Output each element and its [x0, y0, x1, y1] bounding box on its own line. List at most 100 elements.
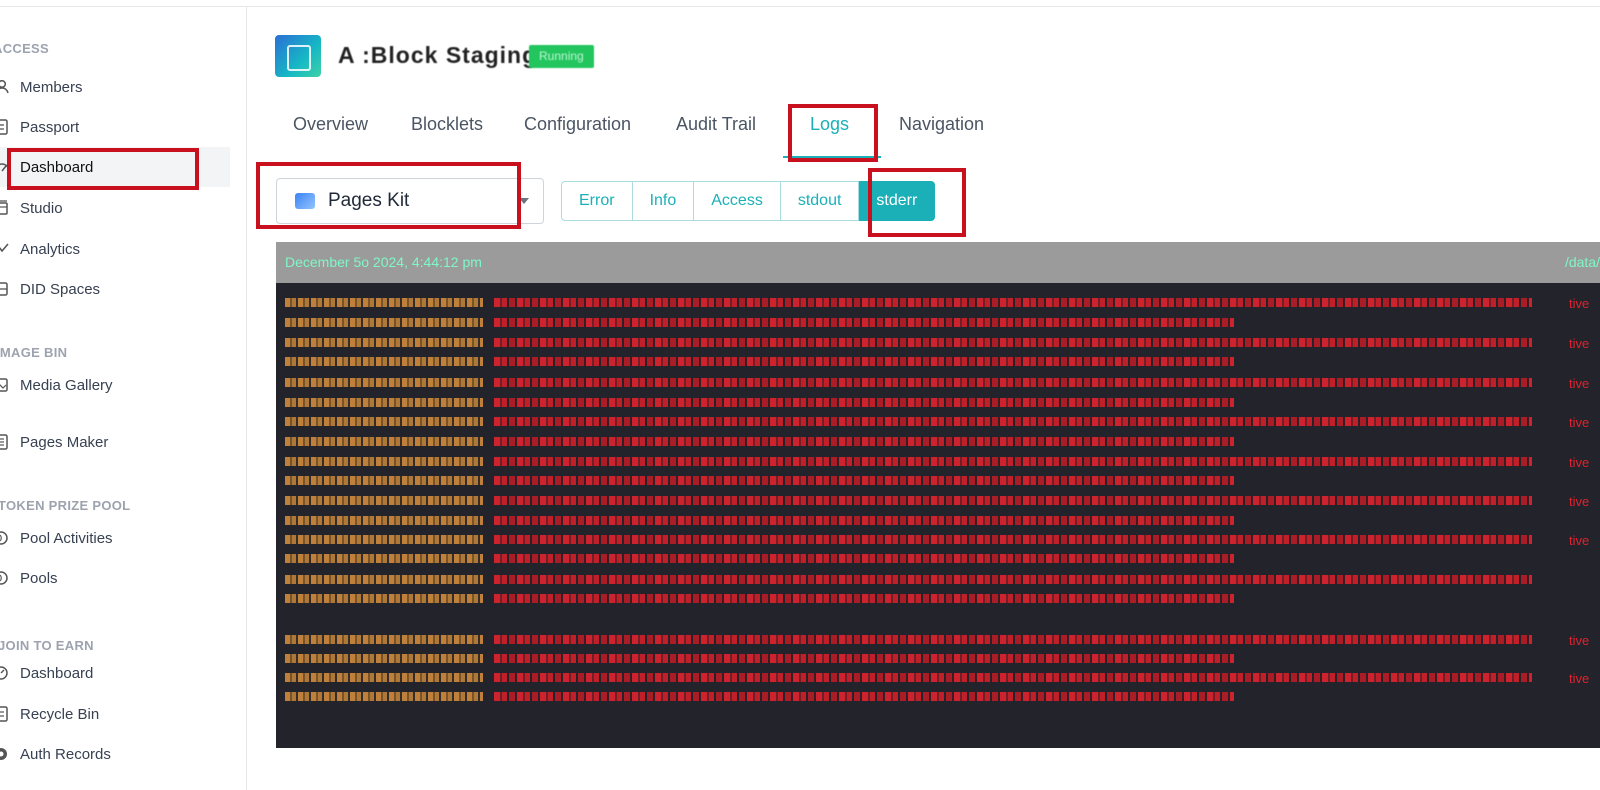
- sidebar-item-label: Pool Activities: [20, 529, 113, 547]
- blocklet-icon: [295, 193, 315, 209]
- log-timestamp: [285, 575, 483, 584]
- sidebar-item-earn-dashboard[interactable]: Dashboard: [0, 653, 230, 693]
- chevron-down-icon[interactable]: [519, 198, 529, 204]
- log-path: /data/: [1564, 254, 1600, 270]
- log-line-tail: tive: [1569, 455, 1590, 470]
- log-output[interactable]: tive tive tive tive tive tive tive tive tive: [276, 283, 1600, 748]
- sidebar-item-label: DID Spaces: [20, 280, 101, 298]
- sidebar-item-label: Auth Records: [20, 745, 111, 763]
- tab-navigation[interactable]: Navigation: [899, 114, 984, 135]
- log-type-stderr-button[interactable]: stderr: [859, 181, 936, 221]
- sidebar-item-analytics[interactable]: Analytics: [0, 229, 230, 269]
- tab-overview[interactable]: Overview: [293, 114, 368, 135]
- log-timestamp: [285, 635, 483, 644]
- log-timestamp: [285, 516, 483, 525]
- sidebar-section-join-to-earn: JOIN TO EARN: [0, 638, 94, 653]
- log-header: December 5o 2024, 4:44:12 pm /data/: [276, 242, 1600, 283]
- blocklet-select-value: Pages Kit: [328, 190, 410, 211]
- sidebar-item-auth-records[interactable]: Auth Records: [0, 734, 230, 774]
- log-line-tail: tive: [1569, 633, 1590, 648]
- log-message: [494, 378, 1532, 387]
- user-icon: [0, 79, 12, 95]
- recycle-icon: [0, 706, 12, 722]
- sidebar-item-label: Analytics: [20, 240, 81, 258]
- record-icon: [0, 746, 12, 762]
- log-line-tail: tive: [1569, 376, 1590, 391]
- sidebar-item-pool-activities[interactable]: Pool Activities: [0, 518, 230, 558]
- sidebar-item-did-spaces[interactable]: DID Spaces: [0, 269, 230, 309]
- analytics-icon: [0, 241, 12, 257]
- sidebar-item-studio[interactable]: Studio: [0, 188, 230, 228]
- sidebar-item-dashboard[interactable]: Dashboard: [0, 147, 230, 187]
- passport-icon: [0, 119, 12, 135]
- log-line-tail: tive: [1569, 296, 1590, 311]
- sidebar-item-label: Passport: [20, 118, 80, 136]
- log-message: [494, 535, 1532, 544]
- log-message: [494, 318, 1234, 327]
- log-message: [494, 457, 1532, 466]
- app-logo: [275, 35, 321, 77]
- tab-logs[interactable]: Logs: [810, 114, 849, 135]
- tab-configuration[interactable]: Configuration: [524, 114, 631, 135]
- log-message: [494, 575, 1532, 584]
- log-message: [494, 357, 1234, 366]
- log-message: [494, 417, 1532, 426]
- log-message: [494, 594, 1234, 603]
- log-timestamp: [285, 357, 483, 366]
- log-timestamp: [285, 437, 483, 446]
- page-icon: [0, 434, 12, 450]
- log-timestamp: [285, 338, 483, 347]
- log-message: [494, 437, 1234, 446]
- log-timestamp: [285, 554, 483, 563]
- studio-icon: [0, 200, 12, 216]
- sidebar-item-passport[interactable]: Passport: [0, 107, 230, 147]
- log-message: [494, 516, 1234, 525]
- log-timestamp: [285, 318, 483, 327]
- gauge-icon: [0, 159, 12, 175]
- log-message: [494, 338, 1532, 347]
- sidebar-section-access: ACCESS: [0, 41, 49, 56]
- sidebar-item-label: Media Gallery: [20, 376, 113, 394]
- sidebar-item-recycle-bin[interactable]: Recycle Bin: [0, 694, 230, 734]
- tab-blocklets[interactable]: Blocklets: [411, 114, 483, 135]
- image-icon: [0, 377, 12, 393]
- log-date: December 5o 2024, 4:44:12 pm: [285, 254, 482, 270]
- log-line-tail: tive: [1569, 415, 1590, 430]
- log-timestamp: [285, 378, 483, 387]
- log-timestamp: [285, 398, 483, 407]
- log-timestamp: [285, 476, 483, 485]
- log-timestamp: [285, 673, 483, 682]
- log-line-tail: tive: [1569, 336, 1590, 351]
- sidebar-item-pools[interactable]: Pools: [0, 558, 230, 598]
- log-message: [494, 398, 1234, 407]
- log-type-info-button[interactable]: Info: [632, 181, 695, 221]
- sidebar-section-token-prize-pool: TOKEN PRIZE POOL: [0, 498, 131, 513]
- log-message: [494, 496, 1532, 505]
- sidebar-item-label: Pages Maker: [20, 433, 109, 451]
- sidebar-item-media-gallery[interactable]: Media Gallery: [0, 365, 230, 405]
- tab-audit-trail[interactable]: Audit Trail: [676, 114, 756, 135]
- log-message: [494, 654, 1234, 663]
- sidebar-section-image-bin: IMAGE BIN: [0, 345, 68, 360]
- app-title: A :Block Staging: [338, 42, 538, 68]
- log-line-tail: tive: [1569, 494, 1590, 509]
- log-timestamp: [285, 654, 483, 663]
- log-timestamp: [285, 535, 483, 544]
- log-message: [494, 692, 1234, 701]
- log-type-stdout-button[interactable]: stdout: [780, 181, 860, 221]
- log-type-error-button[interactable]: Error: [561, 181, 633, 221]
- sidebar-item-members[interactable]: Members: [0, 67, 230, 107]
- log-message: [494, 635, 1532, 644]
- log-timestamp: [285, 594, 483, 603]
- sidebar-item-label: Recycle Bin: [20, 705, 100, 723]
- blocklet-select[interactable]: Pages Kit: [276, 178, 544, 224]
- sidebar-item-pages-maker[interactable]: Pages Maker: [0, 422, 230, 462]
- sidebar-item-label: Pools: [20, 569, 58, 587]
- log-timestamp: [285, 692, 483, 701]
- sidebar-item-label: Dashboard: [20, 664, 94, 682]
- sidebar: ACCESS Members Passport Dashboard Studio…: [0, 7, 247, 790]
- pool-icon: [0, 570, 12, 586]
- log-type-access-button[interactable]: Access: [694, 181, 781, 221]
- storage-icon: [0, 281, 12, 297]
- sidebar-item-label: Members: [20, 78, 83, 96]
